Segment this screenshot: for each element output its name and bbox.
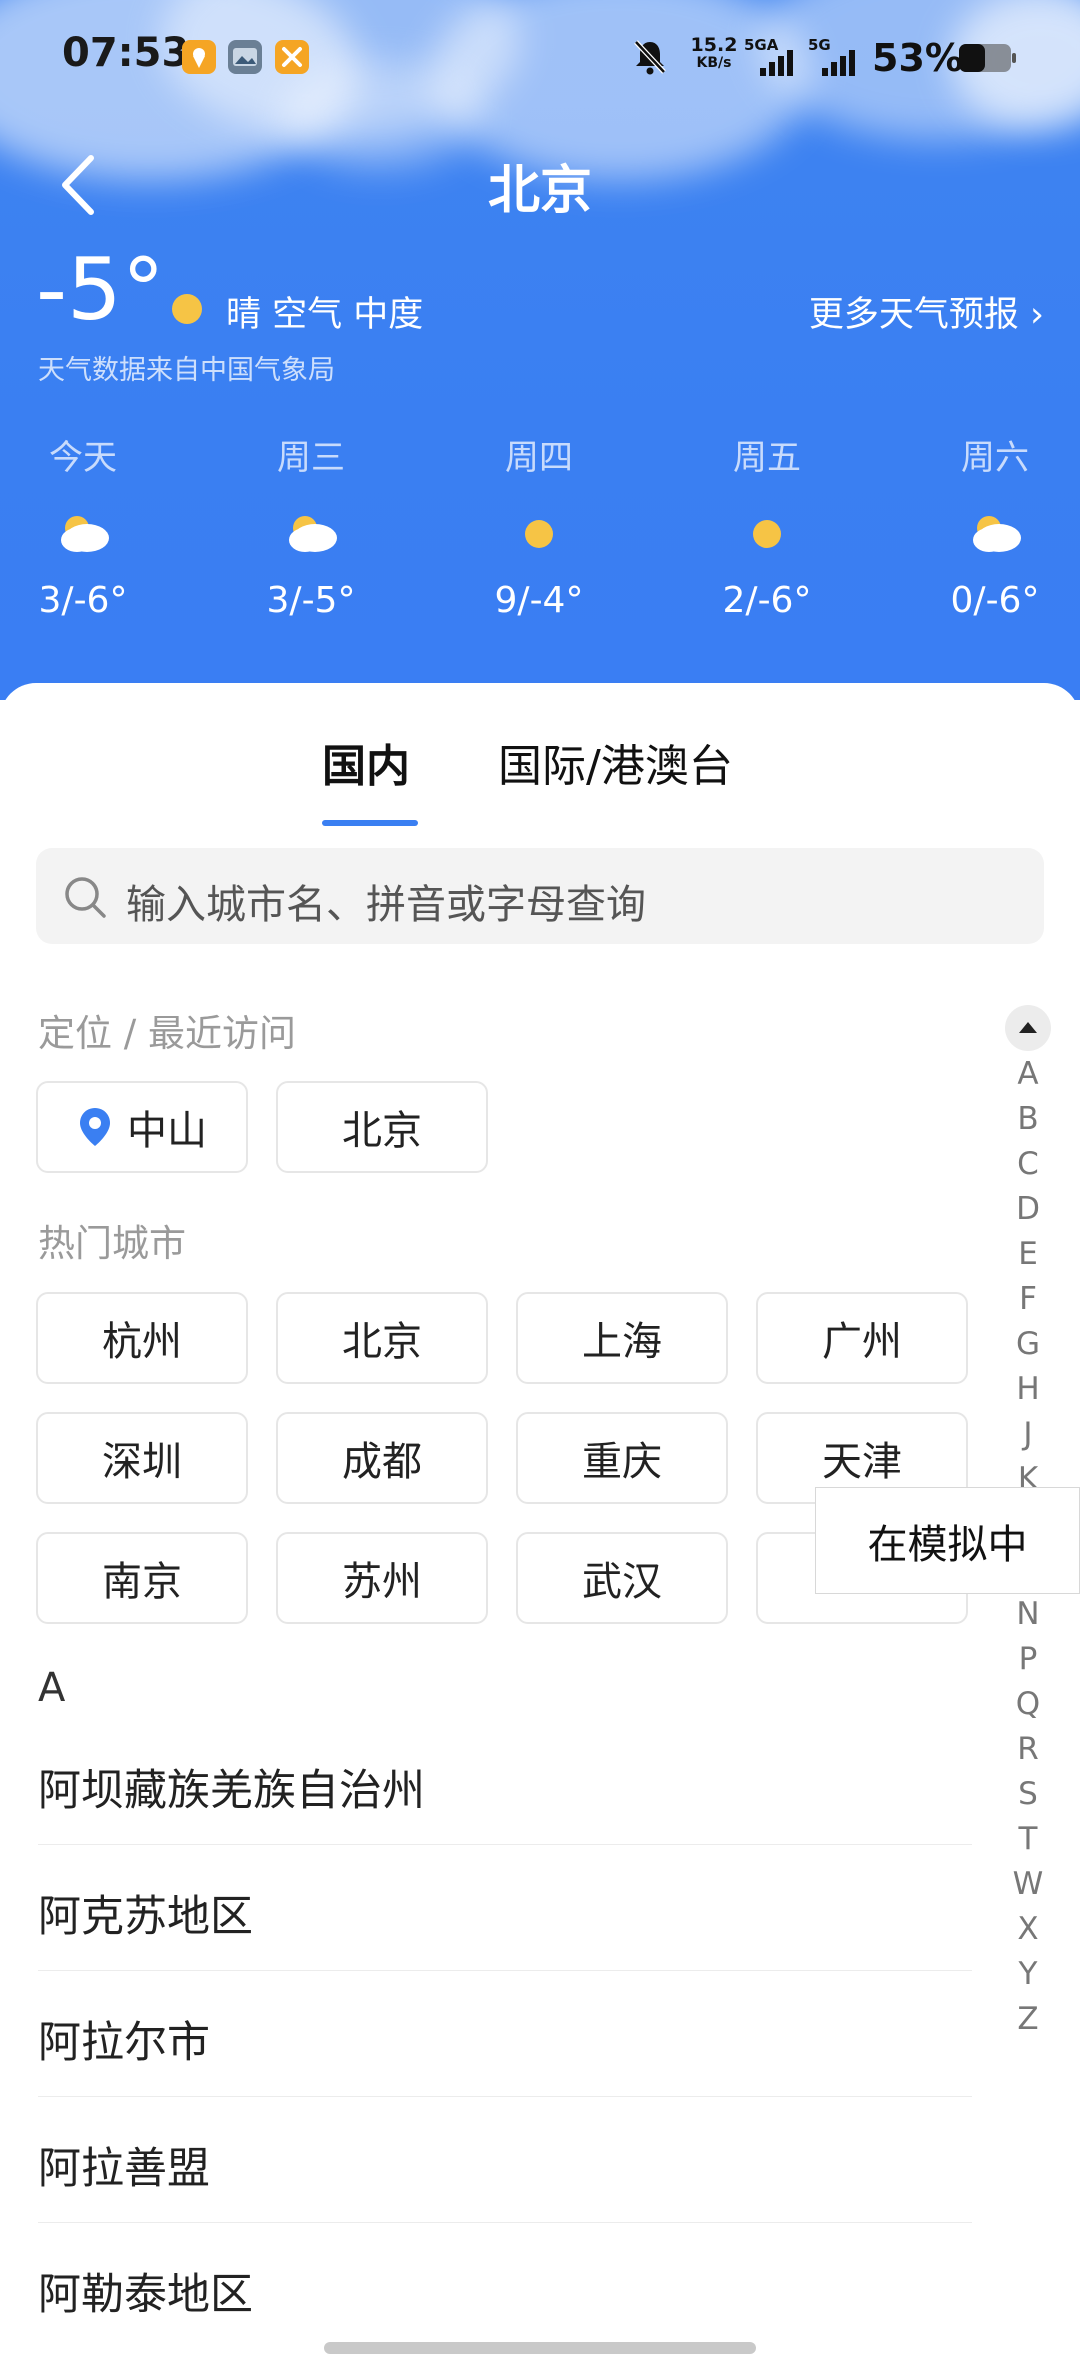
signal-bars-icon bbox=[760, 50, 793, 76]
sunny-icon bbox=[172, 294, 202, 324]
tab-domestic[interactable]: 国内 bbox=[322, 730, 410, 794]
index-letter[interactable]: J bbox=[990, 1416, 1066, 1452]
index-letter[interactable]: A bbox=[990, 1056, 1066, 1092]
simulation-toast: 在模拟中 bbox=[815, 1487, 1080, 1594]
signal-bars-icon bbox=[822, 50, 855, 76]
forecast-day[interactable]: 周四 9/-4° bbox=[459, 430, 619, 621]
sunny-icon bbox=[525, 520, 553, 548]
partly-cloudy-icon bbox=[289, 516, 337, 552]
index-letter[interactable]: P bbox=[990, 1641, 1066, 1677]
net-speed: 15.2 KB/s bbox=[690, 34, 738, 72]
hot-city[interactable]: 南京 bbox=[36, 1532, 248, 1624]
list-item[interactable]: 阿拉尔市 bbox=[38, 1970, 972, 2097]
index-letter[interactable]: Q bbox=[990, 1686, 1066, 1722]
home-indicator[interactable] bbox=[324, 2342, 756, 2354]
search-icon bbox=[65, 877, 106, 918]
hot-city[interactable]: 北京 bbox=[276, 1292, 488, 1384]
hot-city[interactable]: 深圳 bbox=[36, 1412, 248, 1504]
index-letter[interactable]: S bbox=[990, 1776, 1066, 1812]
index-letter[interactable]: N bbox=[990, 1596, 1066, 1632]
recent-city[interactable]: 北京 bbox=[276, 1081, 488, 1173]
status-bar: 07:53 15.2 KB/s 5GA 5G 53% bbox=[0, 0, 1080, 120]
recent-heading: 定位 / 最近访问 bbox=[38, 1012, 296, 1055]
signal-sim2: 5G bbox=[808, 36, 864, 80]
list-item[interactable]: 阿克苏地区 bbox=[38, 1844, 972, 1971]
location-pin-icon bbox=[80, 1108, 110, 1146]
city-search-input[interactable]: 输入城市名、拼音或字母查询 bbox=[36, 848, 1044, 944]
hot-city[interactable]: 杭州 bbox=[36, 1292, 248, 1384]
list-item[interactable]: 阿拉善盟 bbox=[38, 2096, 972, 2223]
triangle-up-icon bbox=[1019, 1022, 1037, 1033]
current-condition: 晴 空气 中度 bbox=[226, 295, 424, 335]
index-letter[interactable]: D bbox=[990, 1191, 1066, 1227]
bell-muted-icon bbox=[632, 38, 668, 76]
battery-icon bbox=[958, 42, 1018, 74]
data-source: 天气数据来自中国气象局 bbox=[38, 355, 335, 386]
signal-sim1: 5GA bbox=[744, 36, 800, 80]
tools-app-icon bbox=[275, 40, 309, 74]
hot-city[interactable]: 重庆 bbox=[516, 1412, 728, 1504]
hot-heading: 热门城市 bbox=[38, 1222, 186, 1265]
photo-app-icon bbox=[228, 40, 262, 74]
list-item[interactable]: 阿勒泰地区 bbox=[38, 2222, 972, 2348]
partly-cloudy-icon bbox=[61, 516, 109, 552]
forecast-day[interactable]: 周六 0/-6° bbox=[915, 430, 1075, 621]
index-letter[interactable]: X bbox=[990, 1911, 1066, 1947]
index-letter[interactable]: W bbox=[990, 1866, 1066, 1902]
map-pin-app-icon bbox=[182, 40, 216, 74]
tab-international[interactable]: 国际/港澳台 bbox=[498, 730, 733, 794]
current-temperature: -5° bbox=[36, 240, 165, 340]
forecast-day[interactable]: 今天 3/-6° bbox=[3, 430, 163, 621]
battery-percent: 53% bbox=[872, 36, 963, 80]
index-letter[interactable]: Y bbox=[990, 1956, 1066, 1992]
index-letter[interactable]: H bbox=[990, 1371, 1066, 1407]
more-forecast-link[interactable]: 更多天气预报 › bbox=[809, 286, 1044, 337]
forecast-day[interactable]: 周三 3/-5° bbox=[231, 430, 391, 621]
search-placeholder: 输入城市名、拼音或字母查询 bbox=[126, 882, 646, 928]
partly-cloudy-icon bbox=[973, 516, 1021, 552]
recent-city-location[interactable]: 中山 bbox=[36, 1081, 248, 1173]
status-time: 07:53 bbox=[62, 30, 190, 76]
hot-city[interactable]: 广州 bbox=[756, 1292, 968, 1384]
index-letter[interactable]: C bbox=[990, 1146, 1066, 1182]
index-letter[interactable]: E bbox=[990, 1236, 1066, 1272]
list-item[interactable]: 阿坝藏族羌族自治州 bbox=[38, 1718, 972, 1845]
index-letter[interactable]: R bbox=[990, 1731, 1066, 1767]
hot-city[interactable]: 苏州 bbox=[276, 1532, 488, 1624]
index-letter[interactable]: B bbox=[990, 1101, 1066, 1137]
page-title: 北京 bbox=[487, 161, 592, 221]
scroll-top-button[interactable] bbox=[1005, 1005, 1051, 1051]
index-letter[interactable]: T bbox=[990, 1821, 1066, 1857]
forecast-day[interactable]: 周五 2/-6° bbox=[687, 430, 847, 621]
index-letter[interactable]: Z bbox=[990, 2001, 1066, 2037]
hot-city[interactable]: 成都 bbox=[276, 1412, 488, 1504]
index-letter[interactable]: F bbox=[990, 1281, 1066, 1317]
hot-city[interactable]: 武汉 bbox=[516, 1532, 728, 1624]
group-letter: A bbox=[38, 1665, 66, 1711]
hot-city[interactable]: 上海 bbox=[516, 1292, 728, 1384]
index-letter[interactable]: G bbox=[990, 1326, 1066, 1362]
active-tab-indicator bbox=[322, 820, 418, 826]
sunny-icon bbox=[753, 520, 781, 548]
